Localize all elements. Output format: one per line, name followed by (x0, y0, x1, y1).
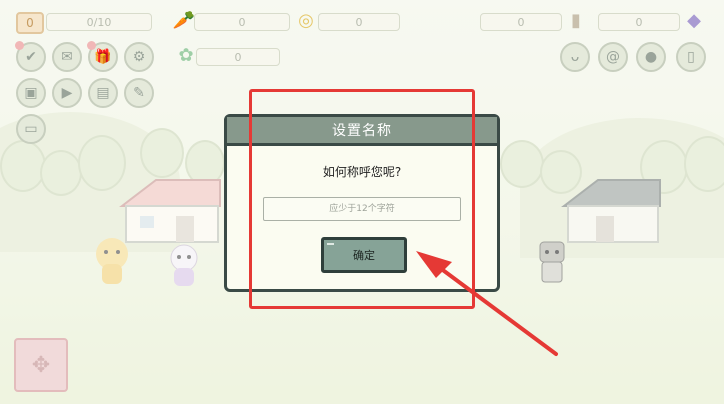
annotation-arrow (416, 251, 558, 356)
